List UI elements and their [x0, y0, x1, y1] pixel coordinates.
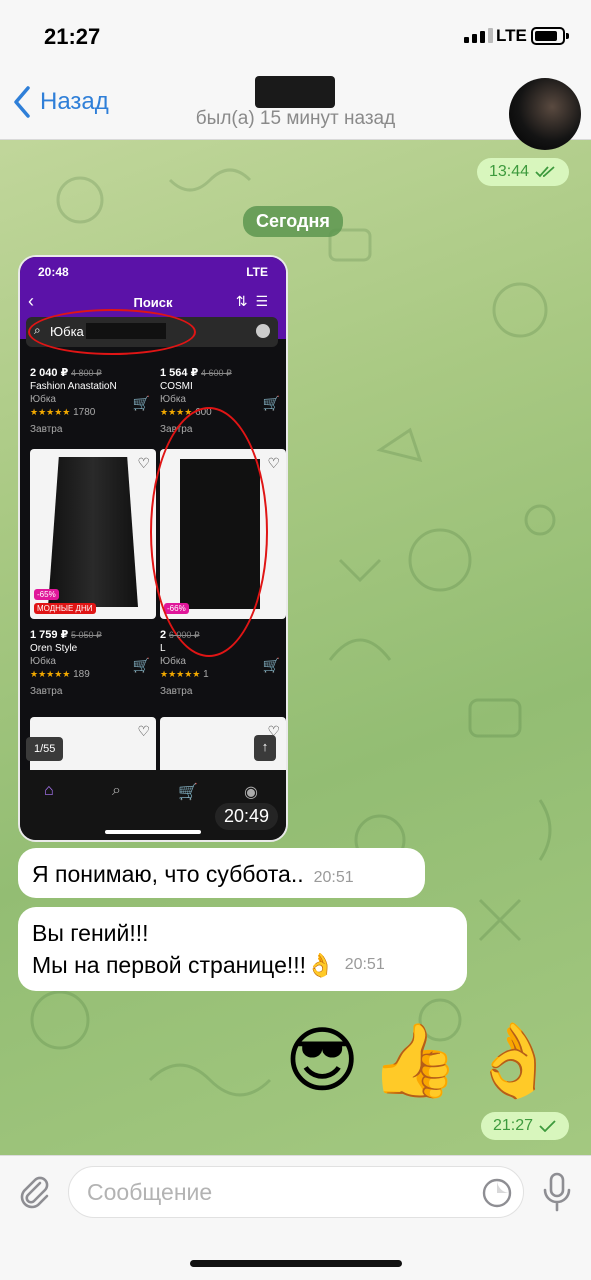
message-input[interactable]: [87, 1177, 467, 1207]
home-indicator: [190, 1260, 402, 1267]
last-seen-status: был(а) 15 минут назад: [195, 108, 396, 129]
annotation-circle: [150, 407, 268, 657]
microphone-icon[interactable]: [541, 1172, 573, 1214]
message-text: Я понимаю, что суббота..: [32, 861, 304, 887]
phone-clock: 20:48: [38, 265, 69, 279]
message-time: 20:51: [313, 869, 354, 886]
message-text-line-1: Вы гений!!!: [32, 920, 149, 946]
rating-stars: ★★★★★: [30, 407, 71, 417]
thumbs-up-emoji: 👍: [369, 1021, 460, 1101]
message-time: 20:51: [344, 956, 385, 973]
screenshot-photo-message[interactable]: 20:48 LTE ‹ Поиск ⇅☰ ⌕ Юбка 2 040 ₽ 4 80…: [18, 255, 288, 842]
ok-hand-emoji: 👌: [469, 1021, 559, 1101]
chat-header: Назад был(а) 15 минут назад: [0, 72, 591, 150]
composer-bar: [0, 1155, 591, 1280]
clock: 21:27: [44, 24, 101, 49]
emoji-message-status: 21:27: [480, 1112, 569, 1140]
paperclip-icon[interactable]: [16, 1174, 52, 1210]
skirt-image: [48, 457, 138, 607]
product-card: 1 759 ₽ 5 050 ₽ Oren Style Юбка ★★★★★ 18…: [30, 629, 150, 697]
heart-icon: ♡: [137, 723, 150, 739]
status-bar: 21:27 LTE: [0, 0, 591, 72]
product-image: ♡ -65% МОДНЫЕ ДНИ: [30, 449, 156, 619]
clear-icon: [256, 324, 270, 338]
annotation-circle: [28, 309, 196, 355]
single-check-icon: [539, 1120, 556, 1132]
scroll-up-icon: ↑: [254, 735, 276, 761]
cart-icon: 🛒: [262, 395, 280, 411]
message-time: 13:44: [488, 163, 529, 180]
outgoing-message-1[interactable]: 13:44: [476, 158, 569, 186]
sticker-icon[interactable]: [481, 1177, 513, 1209]
sort-filter-icon: ⇅☰: [235, 293, 276, 309]
incoming-message-1[interactable]: Я понимаю, что суббота.. 20:51: [18, 848, 425, 898]
message-text-line-2: Мы на первой странице!!!👌: [32, 952, 335, 978]
cart-icon: 🛒: [178, 784, 198, 801]
home-indicator: [105, 830, 201, 834]
cart-icon: 🛒: [132, 395, 150, 411]
message-list[interactable]: 13:44 Сегодня 20:48 LTE ‹ Поиск ⇅☰ ⌕ Юбк…: [0, 140, 591, 1155]
cart-icon: 🛒: [132, 657, 150, 673]
product-card: 2 040 ₽ 4 800 ₽ Fashion AnastatioN Юбка …: [30, 367, 150, 435]
signal-icon: [464, 28, 493, 43]
emoji-message[interactable]: 😎 👍 👌: [285, 1018, 559, 1104]
date-separator: Сегодня: [243, 206, 343, 237]
page-counter: 1/55: [26, 737, 64, 761]
catalog-icon: ⌕: [112, 782, 121, 799]
phone-network: LTE: [246, 265, 268, 279]
cart-icon: 🛒: [262, 657, 280, 673]
battery-icon: [531, 27, 569, 45]
heart-icon: ♡: [267, 455, 280, 471]
photo-time: 20:49: [214, 803, 278, 830]
contact-name-redacted[interactable]: [255, 76, 335, 108]
rating-stars: ★★★★★: [30, 669, 71, 679]
network-type: LTE: [496, 26, 527, 45]
message-input-wrapper: [68, 1166, 524, 1218]
product-card: 2 6 000 ₽ L Юбка ★★★★★ 1 Завтра 🛒: [160, 629, 280, 697]
sunglasses-emoji: 😎: [284, 1021, 360, 1101]
home-icon: ⌂: [44, 782, 54, 799]
message-time: 21:27: [492, 1117, 533, 1134]
rating-stars: ★★★★★: [160, 669, 201, 679]
heart-icon: ♡: [137, 455, 150, 471]
profile-icon: ◉: [244, 784, 258, 801]
double-check-icon: [535, 166, 555, 178]
incoming-message-2[interactable]: Вы гений!!! Мы на первой странице!!!👌 20:…: [18, 907, 467, 991]
